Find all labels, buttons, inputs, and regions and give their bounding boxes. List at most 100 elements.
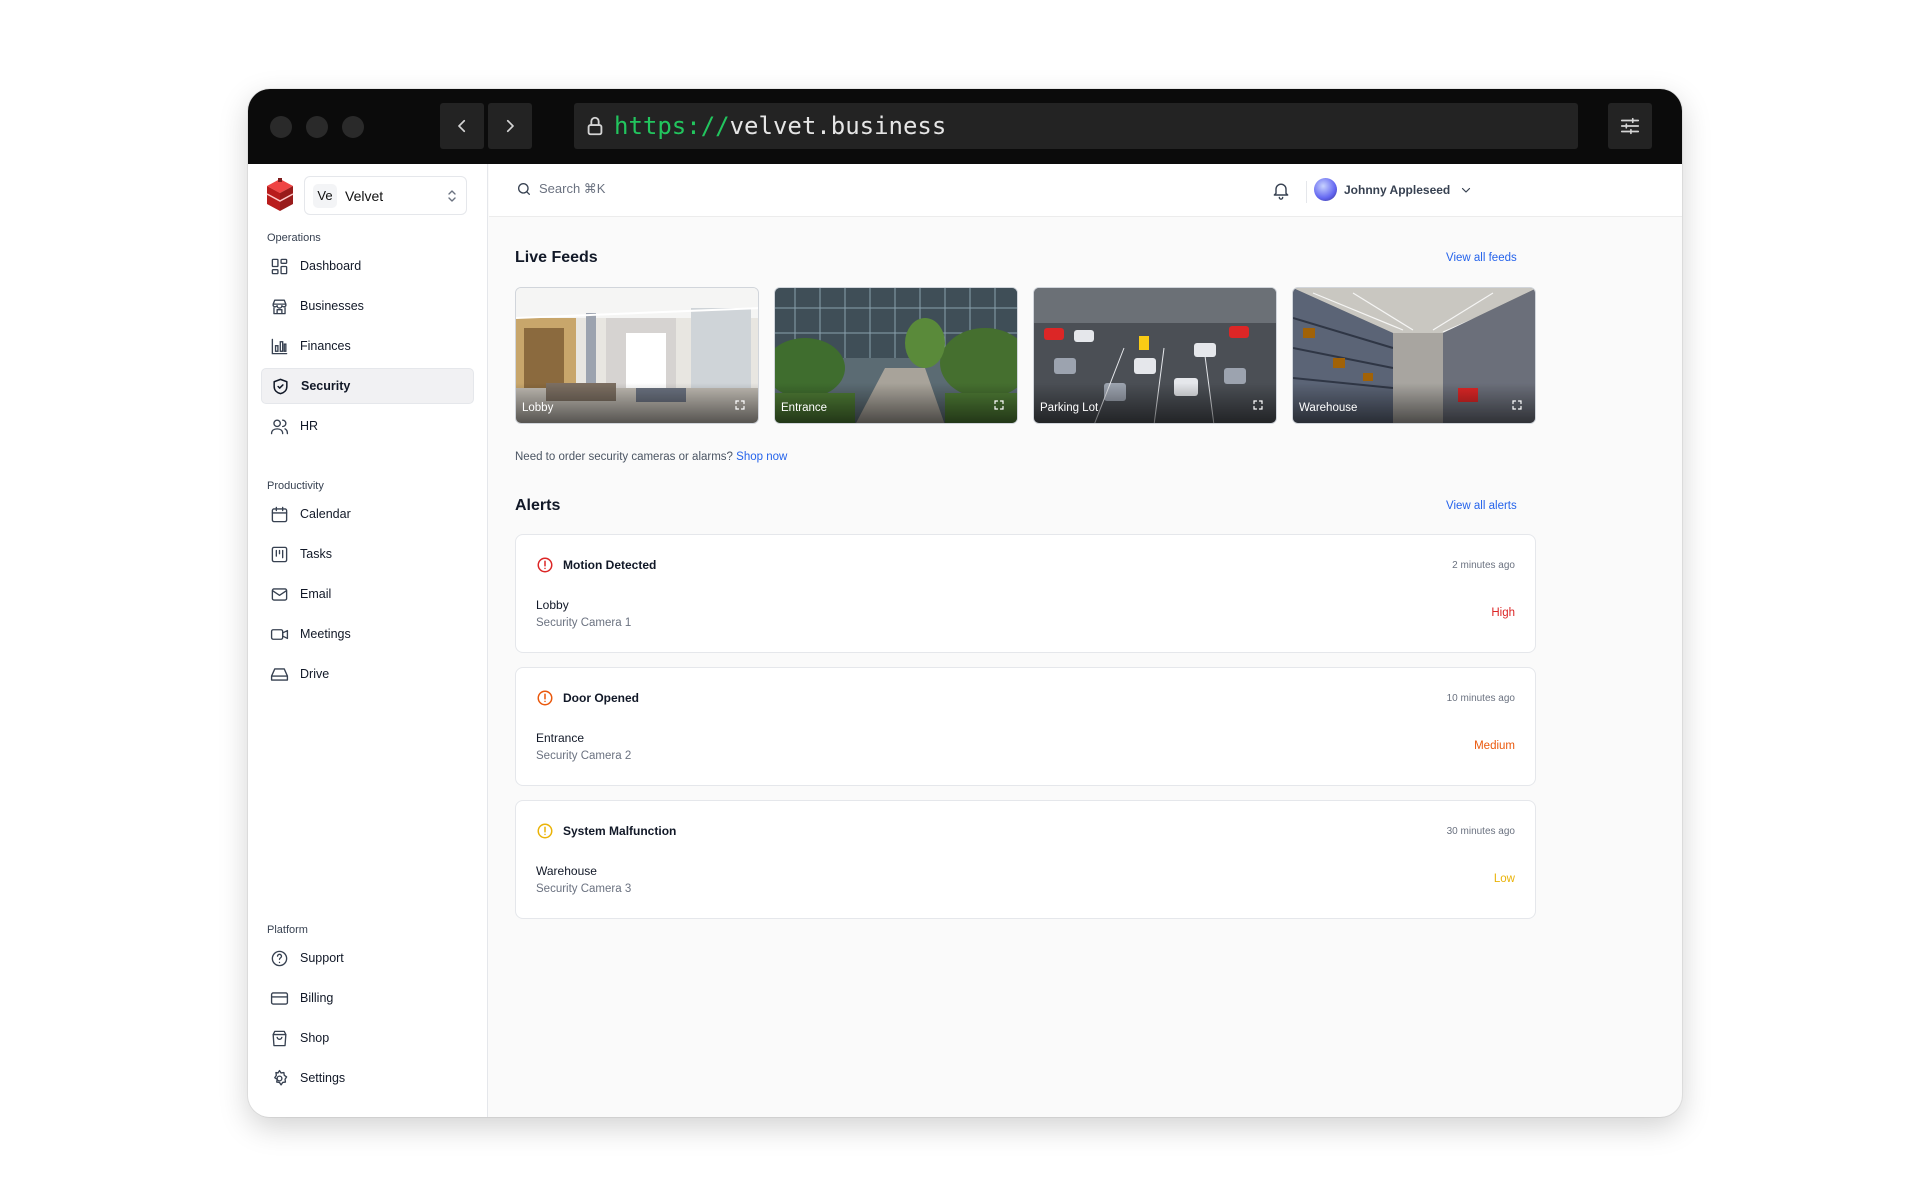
alert-camera: Security Camera 2 (536, 750, 632, 762)
user-name: Johnny Appleseed (1344, 182, 1451, 197)
mail-icon (269, 584, 289, 604)
alert-severity: Medium (1474, 740, 1515, 752)
window-zoom-dot[interactable] (342, 116, 364, 138)
search-placeholder: Search ⌘K (539, 181, 606, 196)
browser-settings-button[interactable] (1608, 103, 1652, 149)
alert-title: Motion Detected (563, 558, 657, 572)
sidebar-item-label: Calendar (300, 507, 351, 521)
sidebar-item-hr[interactable]: HR (261, 408, 474, 444)
view-all-feeds-link[interactable]: View all feeds (1446, 252, 1517, 264)
chevron-up-down-icon (448, 190, 456, 202)
section-label-operations: Operations (267, 232, 321, 244)
top-bar: Search ⌘K Johnny Appleseed (489, 164, 1682, 217)
url-scheme: https:// (614, 112, 730, 140)
feed-card-parking-lot[interactable]: Parking Lot (1033, 287, 1277, 424)
search-input[interactable]: Search ⌘K (516, 181, 605, 197)
alerts-title: Alerts (515, 497, 561, 514)
back-button[interactable] (440, 103, 484, 149)
org-switcher[interactable]: Ve Velvet (304, 176, 467, 215)
sidebar-item-drive[interactable]: Drive (261, 656, 474, 692)
browser-toolbar: https://velvet.business (248, 89, 1682, 164)
help-circle-icon (269, 948, 289, 968)
sidebar-item-label: Finances (300, 339, 351, 353)
alert-card[interactable]: System Malfunction 30 minutes ago Wareho… (515, 800, 1536, 919)
alert-circle-icon (537, 690, 553, 706)
sidebar-item-label: Businesses (300, 299, 364, 313)
alert-card[interactable]: Door Opened 10 minutes ago Entrance Secu… (515, 667, 1536, 786)
chevron-right-icon (506, 119, 514, 133)
browser-window: https://velvet.business Ve Velvet Operat… (248, 89, 1682, 1117)
sidebar-item-finances[interactable]: Finances (261, 328, 474, 364)
alert-title: Door Opened (563, 691, 640, 705)
alert-location: Entrance (536, 731, 585, 745)
users-icon (269, 416, 289, 436)
shield-icon (270, 376, 290, 396)
alert-card[interactable]: Motion Detected 2 minutes ago Lobby Secu… (515, 534, 1536, 653)
divider (1306, 181, 1307, 203)
sidebar-item-email[interactable]: Email (261, 576, 474, 612)
sidebar-item-calendar[interactable]: Calendar (261, 496, 474, 532)
sidebar-item-label: Billing (300, 991, 334, 1005)
sidebar-item-shop[interactable]: Shop (261, 1020, 474, 1056)
expand-icon[interactable] (734, 399, 746, 411)
feed-card-entrance[interactable]: Entrance (774, 287, 1018, 424)
order-prompt: Need to order security cameras or alarms… (515, 451, 733, 463)
dashboard-icon (269, 256, 289, 276)
alert-time: 10 minutes ago (1446, 693, 1515, 704)
view-all-alerts-link[interactable]: View all alerts (1446, 500, 1517, 512)
search-icon (518, 183, 530, 195)
alert-severity: Low (1493, 873, 1515, 885)
feed-label: Lobby (522, 402, 554, 414)
alert-location: Warehouse (536, 864, 597, 878)
alert-title: System Malfunction (563, 824, 677, 838)
user-menu[interactable]: Johnny Appleseed (1314, 178, 1472, 201)
expand-icon[interactable] (993, 399, 1005, 411)
bar-chart-icon (269, 336, 289, 356)
sidebar-item-support[interactable]: Support (261, 940, 474, 976)
chevron-left-icon (458, 119, 466, 133)
sidebar-item-label: Settings (300, 1071, 346, 1085)
window-minimize-dot[interactable] (306, 116, 328, 138)
feed-card-lobby[interactable]: Lobby (515, 287, 759, 424)
sidebar-item-label: Email (300, 587, 332, 601)
shop-now-link[interactable]: Shop now (736, 451, 787, 463)
sliders-icon (1620, 117, 1640, 135)
address-bar[interactable]: https://velvet.business (574, 103, 1578, 149)
velvet-logo-icon (266, 178, 294, 211)
sidebar: Ve Velvet Operations Dashboard Businesse… (248, 164, 488, 1117)
alert-location: Lobby (536, 598, 569, 612)
lock-icon (587, 116, 603, 136)
alert-camera: Security Camera 3 (536, 883, 632, 895)
shopping-bag-icon (269, 1028, 289, 1048)
sidebar-item-security[interactable]: Security (261, 368, 474, 404)
feed-label: Entrance (781, 402, 828, 414)
gear-icon (269, 1068, 289, 1088)
sidebar-item-meetings[interactable]: Meetings (261, 616, 474, 652)
feed-card-warehouse[interactable]: Warehouse (1292, 287, 1536, 424)
bell-icon[interactable] (1271, 179, 1291, 201)
org-badge: Ve (313, 183, 337, 208)
chevron-down-icon (1462, 187, 1471, 193)
sidebar-item-label: Support (300, 951, 344, 965)
sidebar-item-label: Security (301, 379, 351, 393)
calendar-icon (269, 504, 289, 524)
store-icon (269, 296, 289, 316)
window-close-dot[interactable] (270, 116, 292, 138)
expand-icon[interactable] (1252, 399, 1264, 411)
sidebar-item-label: Meetings (300, 627, 351, 641)
org-name: Velvet (345, 187, 384, 204)
sidebar-item-settings[interactable]: Settings (261, 1060, 474, 1096)
section-label-productivity: Productivity (267, 480, 324, 492)
sidebar-item-dashboard[interactable]: Dashboard (261, 248, 474, 284)
alert-time: 2 minutes ago (1452, 560, 1515, 571)
sidebar-item-billing[interactable]: Billing (261, 980, 474, 1016)
sidebar-item-tasks[interactable]: Tasks (261, 536, 474, 572)
sidebar-item-businesses[interactable]: Businesses (261, 288, 474, 324)
sidebar-item-label: Shop (300, 1031, 330, 1045)
sidebar-item-label: Drive (300, 667, 330, 681)
feed-label: Parking Lot (1040, 402, 1099, 414)
expand-icon[interactable] (1511, 399, 1523, 411)
forward-button[interactable] (488, 103, 532, 149)
sidebar-item-label: Dashboard (300, 259, 362, 273)
feed-label: Warehouse (1299, 402, 1358, 414)
